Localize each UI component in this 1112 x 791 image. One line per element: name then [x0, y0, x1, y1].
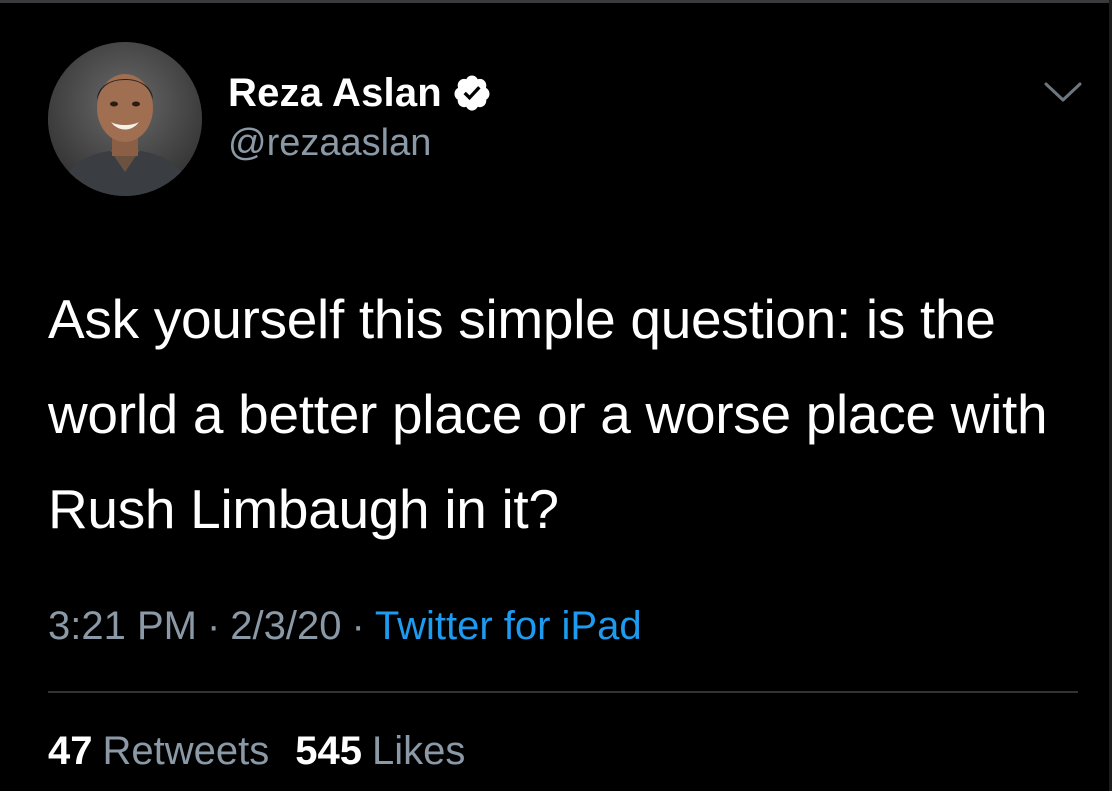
- avatar[interactable]: [48, 42, 202, 196]
- verified-badge-icon: [452, 73, 492, 113]
- meta-separator: ·: [351, 604, 365, 648]
- likes-stat[interactable]: 545 Likes: [295, 729, 465, 773]
- display-name[interactable]: Reza Aslan: [228, 71, 442, 116]
- likes-label: Likes: [372, 729, 466, 773]
- retweets-label: Retweets: [102, 729, 270, 773]
- handle[interactable]: @rezaaslan: [228, 122, 492, 165]
- tweet-meta: 3:21 PM · 2/3/20 · Twitter for iPad: [48, 604, 642, 649]
- author-info: Reza Aslan @rezaaslan: [228, 70, 492, 165]
- meta-separator: ·: [206, 604, 221, 648]
- tweet-text: Ask yourself this simple question: is th…: [48, 288, 1048, 540]
- name-row: Reza Aslan: [228, 70, 492, 116]
- retweets-count: 47: [48, 729, 93, 773]
- likes-count: 545: [295, 729, 362, 773]
- chevron-down-icon[interactable]: [1040, 78, 1086, 106]
- tweet-time[interactable]: 3:21 PM: [48, 604, 197, 648]
- profile-photo-icon: [48, 42, 202, 196]
- tweet-date[interactable]: 2/3/20: [230, 604, 341, 648]
- divider: [48, 691, 1078, 693]
- retweets-stat[interactable]: 47 Retweets: [48, 729, 269, 773]
- tweet-stats: 47 Retweets 545 Likes: [48, 729, 465, 774]
- tweet-card: Reza Aslan @rezaaslan Ask yourself this …: [0, 0, 1112, 791]
- tweet-source-link[interactable]: Twitter for iPad: [375, 604, 642, 648]
